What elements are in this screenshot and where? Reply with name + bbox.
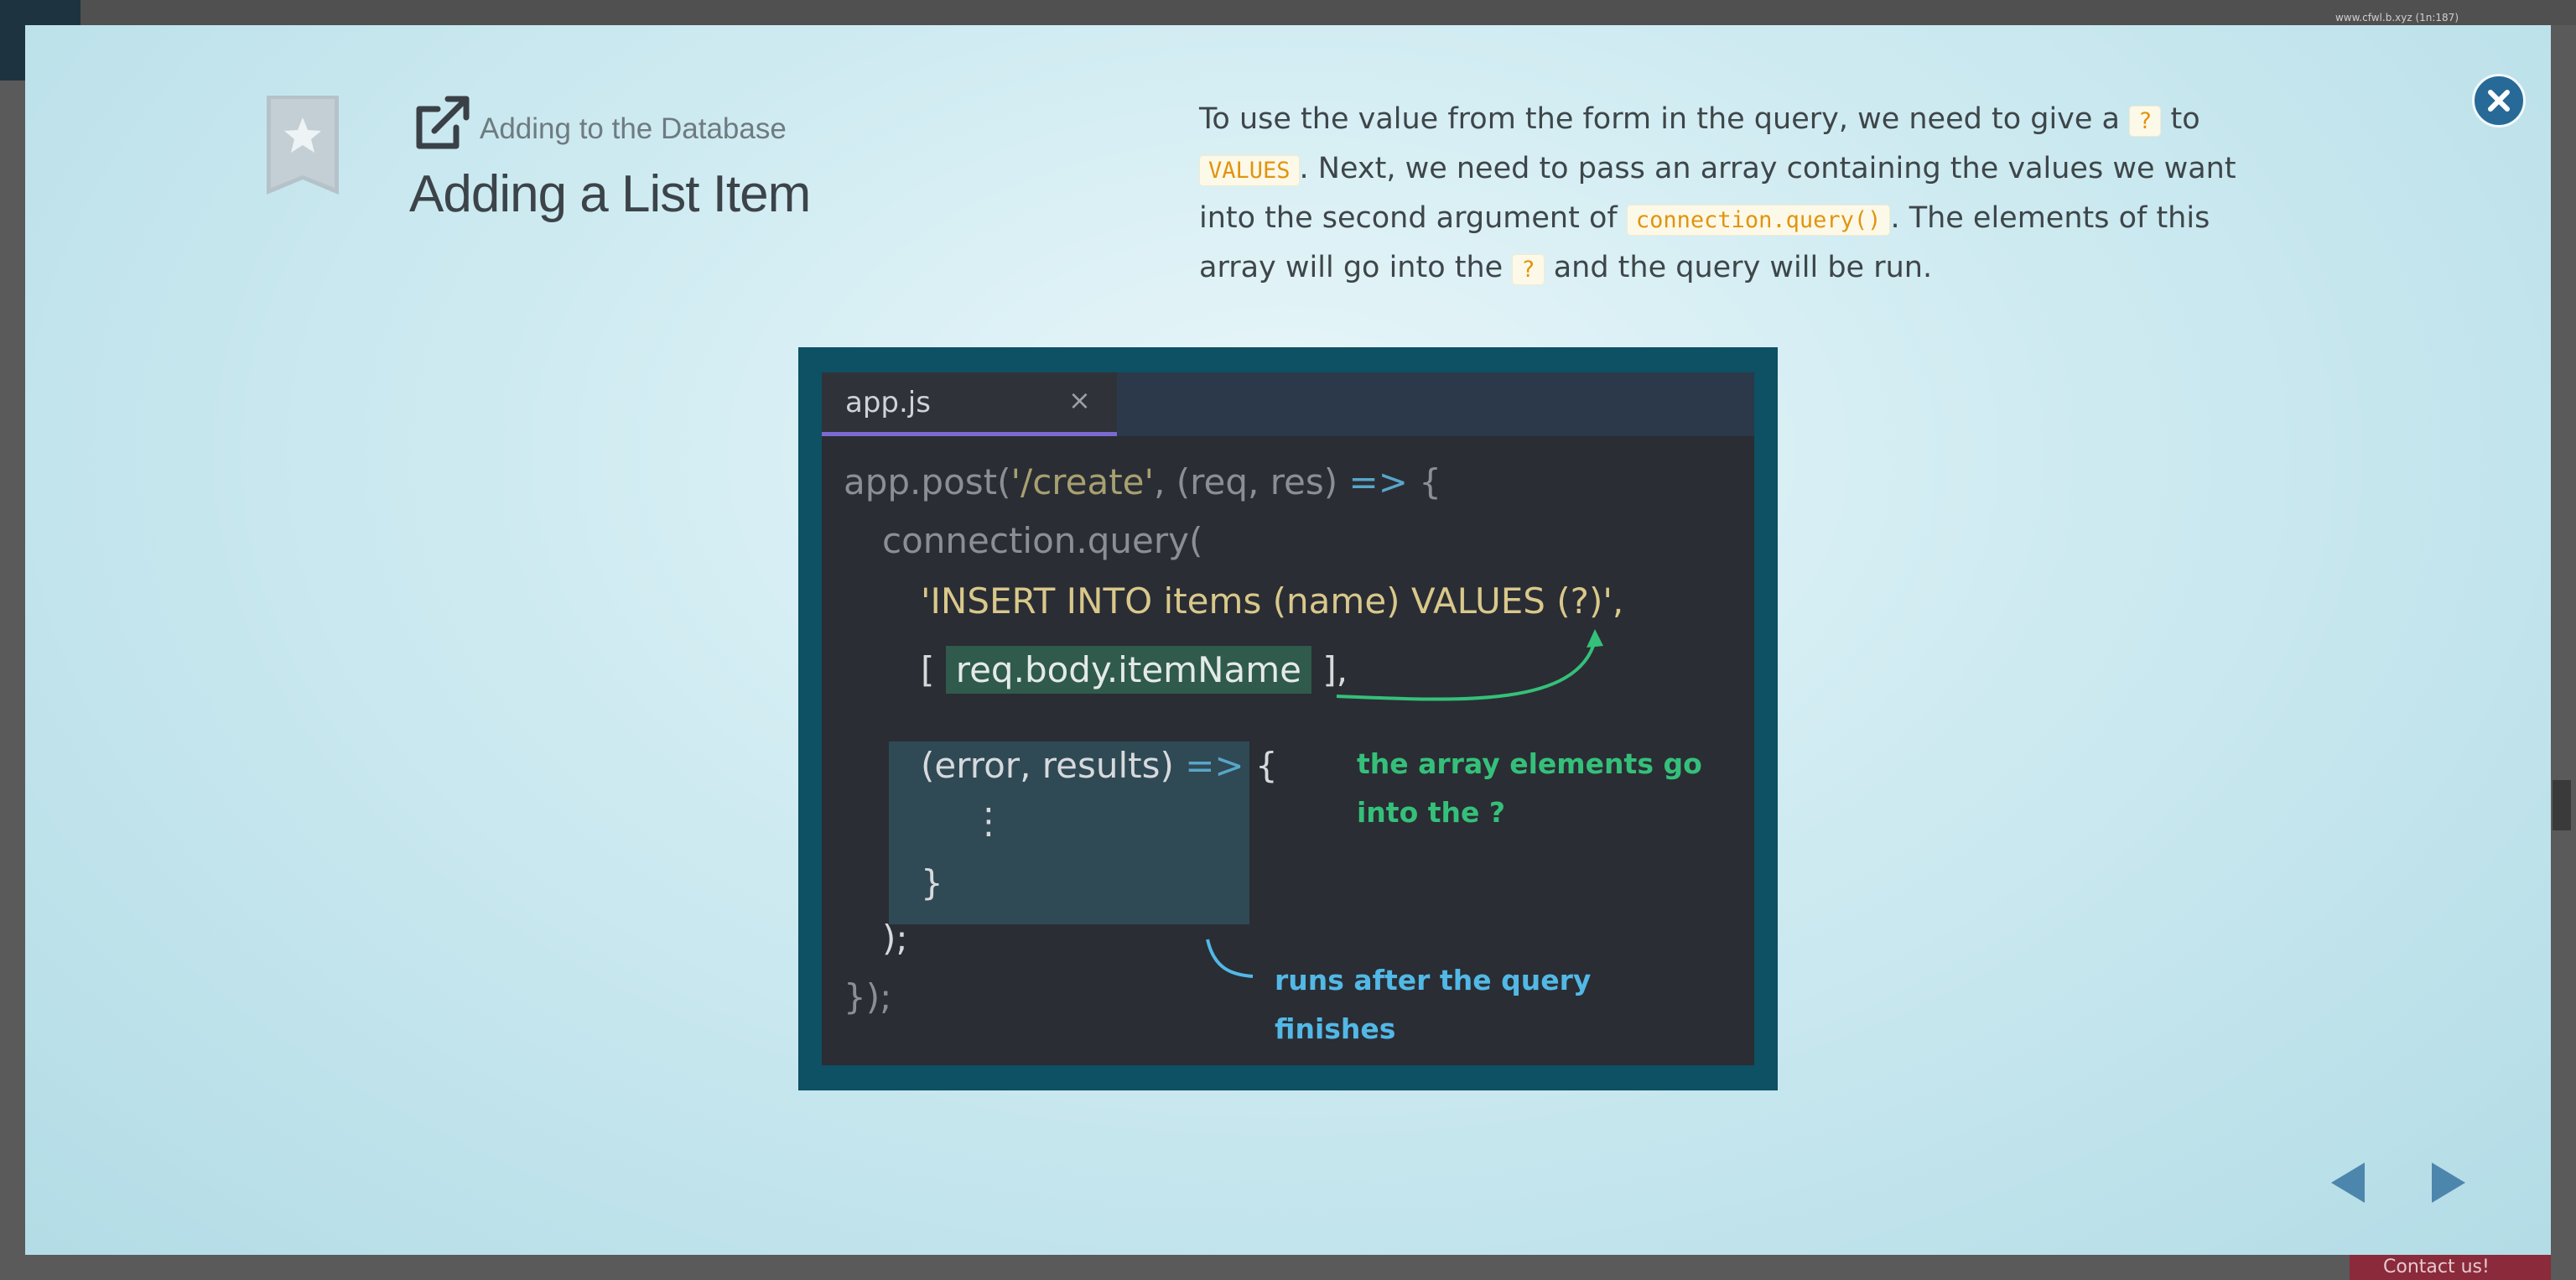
background-url-text: www.cfwl.b.xyz (1n:187) (2334, 12, 2459, 23)
inline-code: VALUES (1199, 155, 1300, 186)
inline-code: ? (2129, 106, 2162, 137)
annotation-line: runs after the query (1275, 964, 1592, 996)
annotation-line: into the ? (1357, 796, 1506, 829)
array-annotation: the array elements go into the ? (1357, 740, 1702, 837)
close-icon (2488, 90, 2510, 112)
lesson-description: To use the value from the form in the qu… (1199, 96, 2289, 294)
lesson-title: Adding a List Item (409, 165, 811, 223)
green-arrow (1336, 640, 1597, 701)
contact-button[interactable]: Contact us! (2350, 1255, 2551, 1280)
previous-arrow-icon[interactable] (2328, 1161, 2368, 1205)
inline-code: ? (1512, 254, 1545, 285)
lesson-subtitle: Adding to the Database (480, 112, 787, 145)
background-scrollbar[interactable] (2553, 780, 2571, 830)
annotation-line: the array elements go (1357, 747, 1702, 780)
callback-annotation: runs after the query finishes (1275, 956, 1591, 1054)
description-text: To use the value from the form in the qu… (1199, 102, 2130, 136)
inline-code: connection.query() (1626, 205, 1891, 236)
external-link-icon[interactable] (413, 92, 473, 153)
next-arrow-icon[interactable] (2428, 1161, 2469, 1205)
lesson-modal: Adding to the Database Adding a List Ite… (25, 25, 2551, 1255)
description-text: to (2161, 102, 2200, 136)
close-button[interactable] (2472, 74, 2526, 127)
blue-arrow (1206, 939, 1254, 978)
green-arrowhead (1587, 629, 1603, 648)
annotation-line: finishes (1275, 1012, 1396, 1045)
description-text: and the query will be run. (1544, 251, 1933, 284)
code-figure: app.js × app.post('/create', (req, res) … (798, 347, 1778, 1090)
background-topbar (0, 0, 2576, 25)
bookmark-icon[interactable] (267, 96, 339, 195)
code-editor: app.js × app.post('/create', (req, res) … (822, 372, 1754, 1065)
